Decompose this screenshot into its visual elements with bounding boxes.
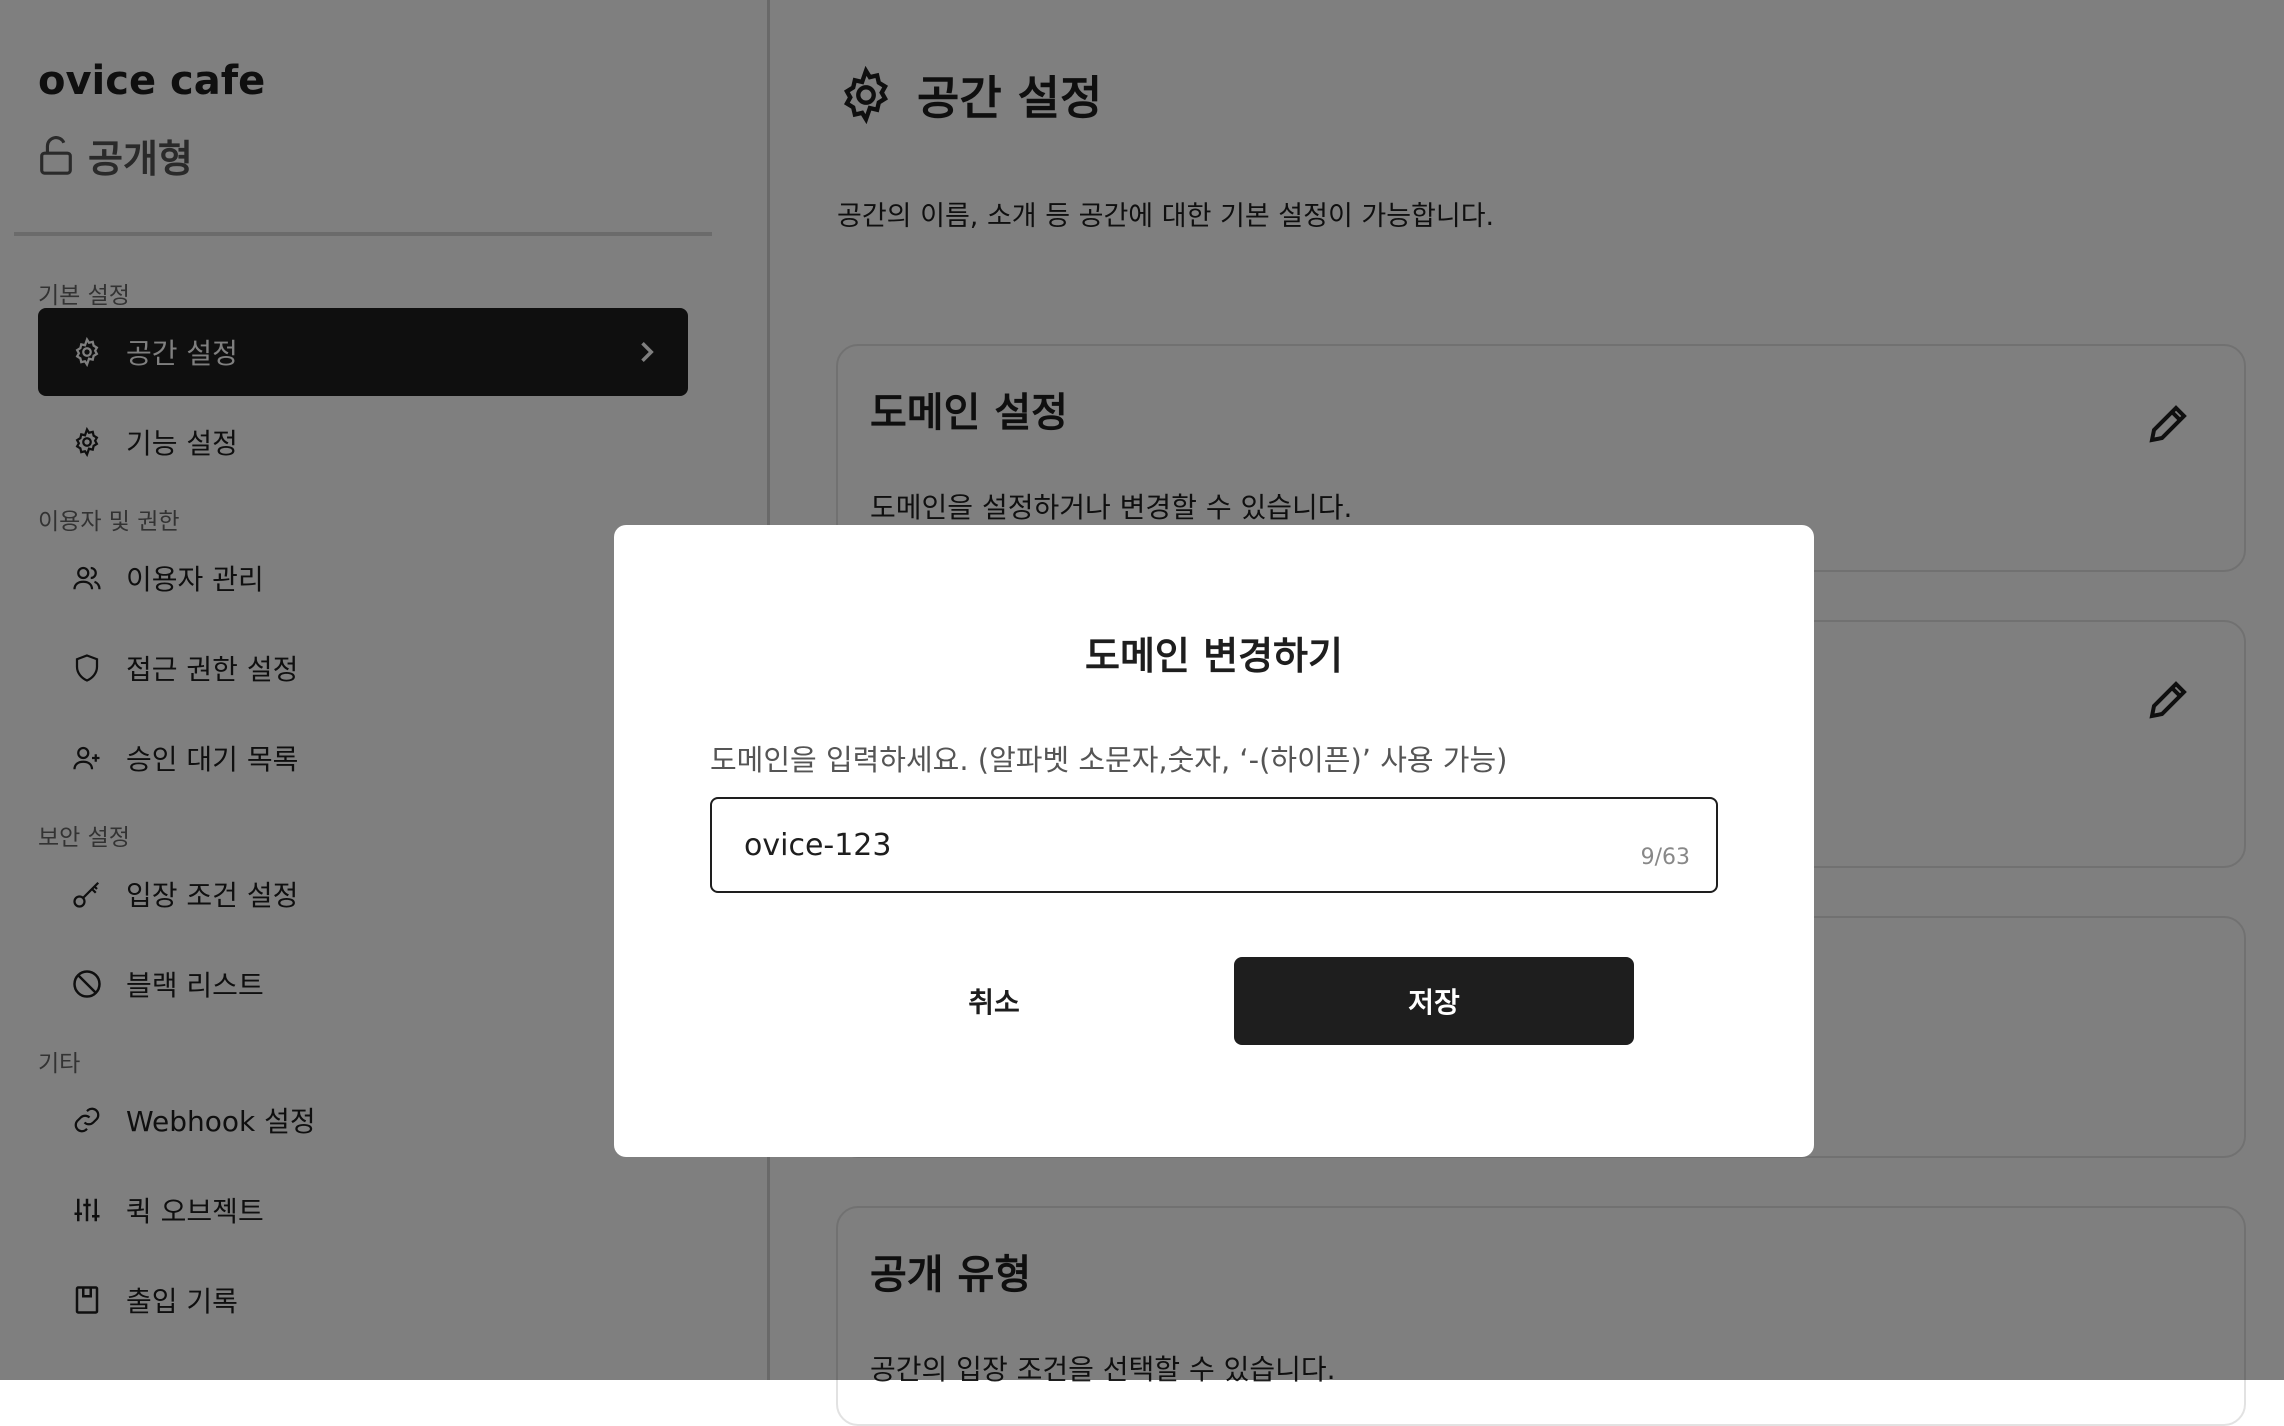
cancel-button[interactable]: 취소 (794, 957, 1194, 1045)
char-counter: 9/63 (1640, 845, 1690, 870)
domain-input[interactable] (744, 817, 1524, 873)
dialog-title: 도메인 변경하기 (1085, 634, 1343, 678)
app-root: ovice cafe 공개형 기본 설정 공간 설정 기능 설정 이용자 및 권… (0, 0, 2284, 1426)
save-button[interactable]: 저장 (1234, 957, 1634, 1045)
domain-help-text: 도메인을 입력하세요. (알파벳 소문자,숫자, ‘-(하이픈)’ 사용 가능) (710, 743, 1508, 777)
domain-input-container: 9/63 (710, 797, 1718, 893)
change-domain-dialog: 도메인 변경하기 도메인을 입력하세요. (알파벳 소문자,숫자, ‘-(하이픈… (614, 525, 1814, 1157)
